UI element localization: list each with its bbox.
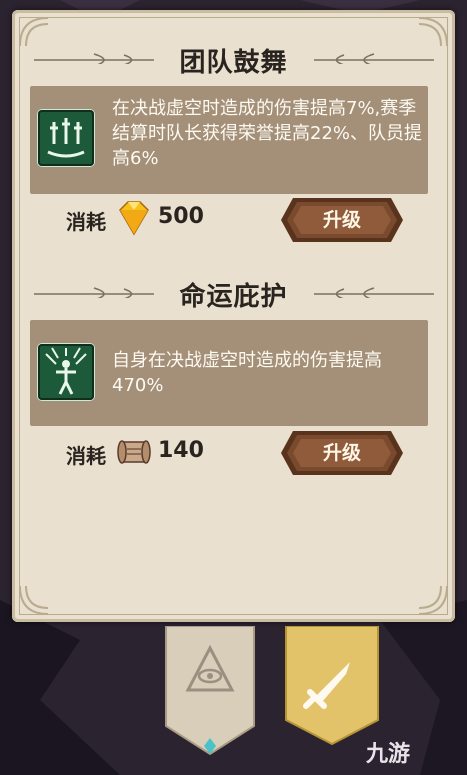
tab-eye[interactable] bbox=[164, 626, 256, 756]
three-swords-icon bbox=[38, 110, 94, 166]
watermark-logo: 九游 bbox=[366, 736, 410, 768]
scroll-icon bbox=[117, 440, 151, 464]
tab-sword[interactable] bbox=[284, 626, 380, 746]
corner-ornament-icon bbox=[19, 585, 49, 615]
section-title: 团队鼓舞 bbox=[179, 48, 288, 78]
cost-value: 500 bbox=[158, 204, 204, 229]
diamond-gem-icon bbox=[119, 201, 149, 236]
upgrade-label: 升级 bbox=[322, 209, 361, 231]
skill-description: 在决战虚空时造成的伤害提高7%,赛季结算时队长获得荣誉提高22%、队员提高6% bbox=[112, 98, 423, 169]
skill-description-box: 在决战虚空时造成的伤害提高7%,赛季结算时队长获得荣誉提高22%、队员提高6% bbox=[30, 86, 428, 194]
watermark-text: 九游 bbox=[366, 742, 411, 767]
upgrade-button[interactable]: 升级 bbox=[279, 196, 405, 244]
cost-label: 消耗 bbox=[66, 444, 106, 468]
upgrade-button[interactable]: 升级 bbox=[279, 429, 405, 477]
cost-label: 消耗 bbox=[66, 210, 106, 234]
cost-value: 140 bbox=[158, 438, 204, 463]
skill-description: 自身在决战虚空时造成的伤害提高470% bbox=[112, 350, 382, 396]
section-title: 命运庇护 bbox=[179, 282, 288, 312]
figure-radiance-icon bbox=[38, 344, 94, 400]
skill-description-box: 自身在决战虚空时造成的伤害提高470% bbox=[30, 320, 428, 426]
corner-ornament-icon bbox=[418, 585, 448, 615]
upgrade-label: 升级 bbox=[322, 442, 361, 464]
